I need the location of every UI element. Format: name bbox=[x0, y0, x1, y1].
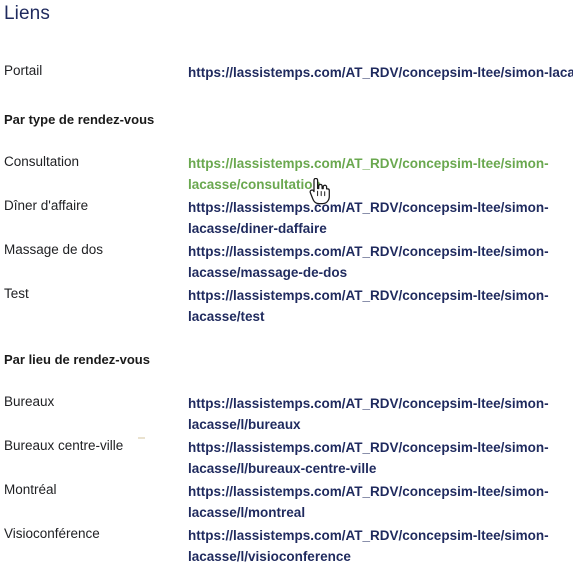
link-url-portail[interactable]: https://lassistemps.com/AT_RDV/concepsim… bbox=[188, 62, 573, 83]
link-row-label: Consultation bbox=[4, 154, 80, 169]
link-url-bureaux[interactable]: https://lassistemps.com/AT_RDV/concepsim… bbox=[188, 393, 560, 435]
link-url-visioconference[interactable]: https://lassistemps.com/AT_RDV/concepsim… bbox=[188, 525, 560, 567]
link-row-label: Massage de dos bbox=[4, 242, 104, 257]
link-url-bureaux-centre-ville[interactable]: https://lassistemps.com/AT_RDV/concepsim… bbox=[188, 437, 560, 479]
link-row-label: Dîner d'affaire bbox=[4, 198, 89, 213]
link-row-label: Montréal bbox=[4, 482, 57, 497]
scan-artifact bbox=[138, 437, 145, 439]
link-row-label: Test bbox=[4, 286, 29, 301]
link-row-label: Visioconférence bbox=[4, 526, 100, 541]
link-url-consultation[interactable]: https://lassistemps.com/AT_RDV/concepsim… bbox=[188, 153, 560, 195]
link-url-montreal[interactable]: https://lassistemps.com/AT_RDV/concepsim… bbox=[188, 481, 560, 523]
link-url-massage-de-dos[interactable]: https://lassistemps.com/AT_RDV/concepsim… bbox=[188, 241, 560, 283]
page-title: Liens bbox=[4, 3, 50, 24]
link-url-diner-daffaire[interactable]: https://lassistemps.com/AT_RDV/concepsim… bbox=[188, 197, 560, 239]
link-row-label: Portail bbox=[4, 63, 43, 78]
section-heading-par-lieu-de-rendez-vous: Par lieu de rendez-vous bbox=[4, 352, 150, 367]
link-url-test[interactable]: https://lassistemps.com/AT_RDV/concepsim… bbox=[188, 285, 560, 327]
link-row-label: Bureaux bbox=[4, 394, 55, 409]
links-page: Liens Portail https://lassistemps.com/AT… bbox=[0, 0, 573, 570]
link-row-label: Bureaux centre-ville bbox=[4, 438, 124, 453]
section-heading-par-type-de-rendez-vous: Par type de rendez-vous bbox=[4, 112, 155, 127]
